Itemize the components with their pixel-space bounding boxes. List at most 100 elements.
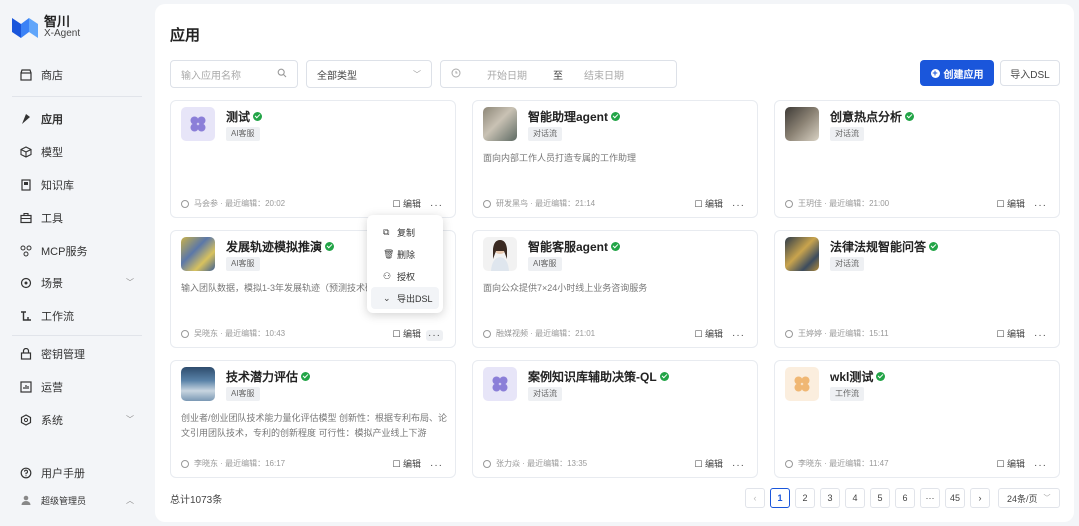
- create-app-button[interactable]: + 创建应用: [920, 60, 994, 86]
- edit-button[interactable]: ☐ 编辑: [694, 457, 723, 470]
- nav-user[interactable]: 超级管理员 ︿: [10, 488, 146, 512]
- app-type-tag: AI客服: [528, 257, 562, 271]
- chevron-down-icon[interactable]: ﹀: [126, 414, 134, 425]
- more-icon[interactable]: ···: [732, 200, 745, 211]
- app-name[interactable]: 技术潜力评估: [226, 368, 311, 385]
- nav-models[interactable]: 模型: [10, 140, 146, 164]
- app-name[interactable]: wkl测试: [830, 368, 886, 385]
- menu-copy[interactable]: ⧉ 复制: [367, 221, 443, 243]
- page-button[interactable]: 45: [945, 488, 965, 508]
- type-select[interactable]: 全部类型 ﹀: [306, 60, 432, 88]
- more-icon[interactable]: ···: [1034, 200, 1047, 211]
- more-icon[interactable]: ···: [430, 200, 443, 211]
- app-card[interactable]: 智能客服agent AI客服 面向公众提供7×24小时线上业务咨询服务 融媒视频…: [472, 230, 758, 348]
- nav-mcp[interactable]: MCP服务: [10, 239, 146, 263]
- nav-scenes[interactable]: 场景 ﹀: [10, 271, 146, 295]
- app-name[interactable]: 案例知识库辅助决策-QL: [528, 368, 669, 385]
- nav-keys[interactable]: 密钥管理: [10, 342, 146, 366]
- nav-operations[interactable]: 运营: [10, 375, 146, 399]
- app-card[interactable]: 智能助理agent 对话流 面向内部工作人员打造专属的工作助理 研发黑鸟 · 最…: [472, 100, 758, 218]
- edit-button[interactable]: ☐ 编辑: [392, 327, 421, 340]
- more-icon[interactable]: ···: [430, 460, 443, 471]
- app-icon: [20, 113, 32, 125]
- nav-label: 用户手册: [41, 468, 85, 480]
- trash-icon: 🗑: [383, 248, 395, 259]
- page-button[interactable]: 4: [845, 488, 865, 508]
- app-meta: 研发黑鸟 · 最近编辑：21:14: [483, 198, 595, 209]
- app-name[interactable]: 测试: [226, 108, 263, 125]
- page-size-select[interactable]: 24条/页 ﹀: [998, 488, 1060, 508]
- user-icon: [785, 199, 793, 208]
- more-icon[interactable]: ···: [1034, 330, 1047, 341]
- assistant-avatar-thumbnail: [483, 237, 517, 271]
- page-button[interactable]: 6: [895, 488, 915, 508]
- next-page-button[interactable]: ›: [970, 488, 990, 508]
- app-type-tag: AI客服: [226, 257, 260, 271]
- pagination: ‹ 1 2 3 4 5 6 ··· 45 ›: [745, 488, 995, 508]
- app-card[interactable]: 技术潜力评估 AI客服 创业者/创业团队技术能力量化评估模型 创新性：根据专利布…: [170, 360, 456, 478]
- edit-button[interactable]: ☐ 编辑: [392, 197, 421, 210]
- nav-store[interactable]: 商店: [10, 63, 146, 87]
- nav-tools[interactable]: 工具: [10, 206, 146, 230]
- brand-logo[interactable]: 智川 X-Agent: [12, 15, 80, 40]
- import-dsl-button[interactable]: 导入DSL: [1000, 60, 1060, 86]
- menu-export-dsl[interactable]: ⌄ 导出DSL: [371, 287, 439, 309]
- app-name[interactable]: 创意热点分析: [830, 108, 915, 125]
- user-icon: [483, 199, 491, 208]
- app-card[interactable]: 测试 AI客服 马会参 · 最近编辑：20:02 ☐ 编辑 ···: [170, 100, 456, 218]
- page-button[interactable]: 5: [870, 488, 890, 508]
- search-input[interactable]: 输入应用名称: [170, 60, 298, 88]
- start-date-input[interactable]: 开始日期: [487, 67, 553, 82]
- more-pages-button[interactable]: ···: [920, 488, 940, 508]
- nav-label: 场景: [41, 278, 63, 290]
- nav-system[interactable]: 系统 ﹀: [10, 408, 146, 432]
- nav-workflow[interactable]: 工作流: [10, 304, 146, 328]
- edit-button[interactable]: ☐ 编辑: [392, 457, 421, 470]
- edit-button[interactable]: ☐ 编辑: [996, 457, 1025, 470]
- user-icon: [483, 459, 491, 468]
- user-icon: [785, 329, 793, 338]
- page-button[interactable]: 1: [770, 488, 790, 508]
- nav-manual[interactable]: 用户手册: [10, 461, 146, 485]
- more-icon[interactable]: ···: [732, 330, 745, 341]
- app-card[interactable]: 创意热点分析 对话流 王玥佳 · 最近编辑：21:00 ☐ 编辑 ···: [774, 100, 1060, 218]
- chevron-down-icon[interactable]: ﹀: [126, 277, 134, 288]
- dashboard-thumbnail: [181, 367, 215, 401]
- edit-button[interactable]: ☐ 编辑: [996, 197, 1025, 210]
- date-range-picker[interactable]: 开始日期 至 结束日期: [440, 60, 677, 88]
- nav-knowledge[interactable]: 知识库: [10, 173, 146, 197]
- more-icon[interactable]: ···: [1034, 460, 1047, 471]
- page-button[interactable]: 3: [820, 488, 840, 508]
- card-context-menu: ⧉ 复制 🗑 删除 ⚇ 授权 ⌄ 导出DSL: [367, 215, 443, 313]
- verified-icon: [325, 242, 335, 251]
- app-name[interactable]: 发展轨迹模拟推演: [226, 238, 335, 255]
- prev-page-button[interactable]: ‹: [745, 488, 765, 508]
- page-button[interactable]: 2: [795, 488, 815, 508]
- app-meta: 王婷婷 · 最近编辑：15:11: [785, 328, 889, 339]
- clover-icon: [483, 367, 517, 401]
- edit-button[interactable]: ☐ 编辑: [694, 197, 723, 210]
- app-name[interactable]: 法律法规智能问答: [830, 238, 939, 255]
- app-name[interactable]: 智能助理agent: [528, 108, 621, 125]
- chevron-up-icon[interactable]: ︿: [126, 495, 134, 506]
- app-card[interactable]: wkl测试 工作流 李晓东 · 最近编辑：11:47 ☐ 编辑 ···: [774, 360, 1060, 478]
- app-name[interactable]: 智能客服agent: [528, 238, 621, 255]
- edit-button[interactable]: ☐ 编辑: [694, 327, 723, 340]
- clover-icon: [785, 367, 819, 401]
- app-card[interactable]: 法律法规智能问答 对话流 王婷婷 · 最近编辑：15:11 ☐ 编辑 ···: [774, 230, 1060, 348]
- app-card[interactable]: 案例知识库辅助决策-QL 对话流 张力焱 · 最近编辑：13:35 ☐ 编辑 ·…: [472, 360, 758, 478]
- more-icon[interactable]: ···: [426, 330, 443, 341]
- nav-label: 模型: [41, 147, 63, 159]
- help-icon: [20, 467, 32, 479]
- end-date-input[interactable]: 结束日期: [584, 67, 624, 82]
- menu-delete[interactable]: 🗑 删除: [367, 243, 443, 265]
- app-type-tag: 对话流: [528, 387, 562, 401]
- more-icon[interactable]: ···: [732, 460, 745, 471]
- nav-apps[interactable]: 应用: [10, 107, 146, 131]
- export-icon: ⌄: [383, 292, 391, 303]
- nav-label: 商店: [41, 70, 63, 82]
- store-icon: [20, 69, 32, 81]
- authorize-icon: ⚇: [383, 270, 392, 281]
- edit-button[interactable]: ☐ 编辑: [996, 327, 1025, 340]
- menu-authorize[interactable]: ⚇ 授权: [367, 265, 443, 287]
